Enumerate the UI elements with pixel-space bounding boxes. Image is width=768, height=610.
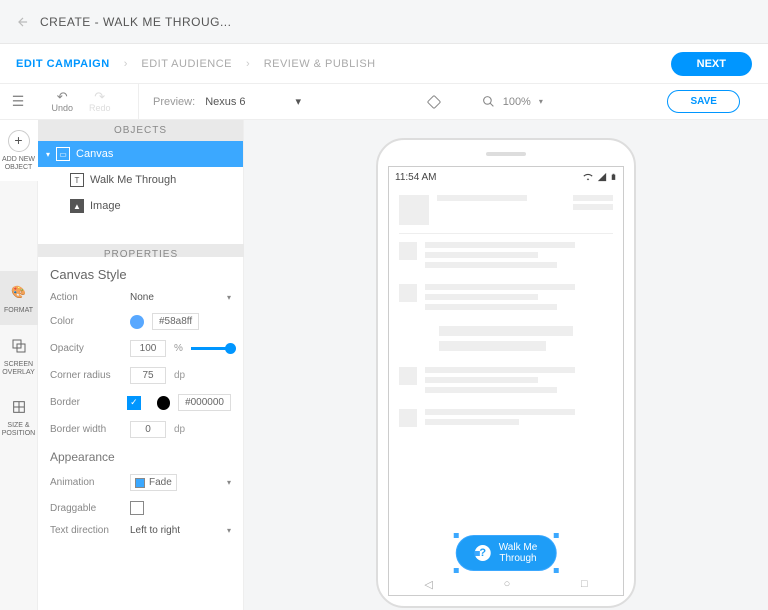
step-edit-campaign[interactable]: EDIT CAMPAIGN: [16, 58, 110, 70]
object-walk-me-through[interactable]: T Walk Me Through: [38, 167, 243, 193]
corner-radius-input[interactable]: 75: [130, 367, 166, 384]
save-button[interactable]: SAVE: [667, 90, 740, 113]
props-title: Canvas Style: [50, 267, 231, 282]
chevron-down-icon: ▾: [227, 478, 231, 487]
chevron-right-icon: ›: [246, 58, 250, 70]
border-color-input[interactable]: #000000: [178, 394, 231, 411]
device-frame: 11:54 AM ? Walk MeThrough: [376, 138, 636, 608]
android-navbar: ◁○□: [389, 575, 623, 593]
plus-icon: +: [8, 130, 30, 152]
chevron-down-icon: ▾: [227, 293, 231, 302]
prop-action[interactable]: Action None ▾: [50, 292, 231, 303]
format-tab[interactable]: 🎨 FORMAT: [0, 271, 38, 325]
step-review-publish[interactable]: REVIEW & PUBLISH: [264, 58, 376, 70]
device-select[interactable]: Nexus 6▾: [205, 95, 301, 108]
question-icon: ?: [475, 545, 491, 561]
palette-icon: 🎨: [8, 281, 30, 303]
canvas-cta-button[interactable]: ? Walk MeThrough: [456, 535, 557, 571]
canvas-area[interactable]: 11:54 AM ? Walk MeThrough: [244, 120, 768, 610]
image-icon: ▲: [70, 199, 84, 213]
caret-down-icon: ▾: [46, 150, 50, 159]
chevron-down-icon: ▾: [296, 95, 302, 108]
menu-icon[interactable]: ☰: [0, 93, 36, 110]
redo-button: ↷Redo: [89, 90, 111, 113]
chevron-down-icon[interactable]: ▾: [539, 97, 543, 106]
zoom-value: 100%: [503, 96, 531, 108]
step-edit-audience[interactable]: EDIT AUDIENCE: [141, 58, 232, 70]
opacity-input[interactable]: 100: [130, 340, 166, 357]
zoom-icon[interactable]: [482, 95, 495, 108]
canvas-icon: ▭: [56, 147, 70, 161]
color-hex-input[interactable]: #58a8ff: [152, 313, 199, 330]
page-title: CREATE - WALK ME THROUG...: [40, 15, 231, 29]
status-icons: [582, 172, 617, 182]
draggable-checkbox[interactable]: [130, 501, 144, 515]
animation-select[interactable]: Fade: [130, 474, 177, 491]
object-image[interactable]: ▲ Image: [38, 193, 243, 219]
rotate-icon[interactable]: [426, 94, 442, 110]
screen-overlay-tab[interactable]: SCREEN OVERLAY: [0, 325, 38, 386]
border-checkbox[interactable]: [127, 396, 141, 410]
status-time: 11:54 AM: [395, 172, 437, 183]
add-object-button[interactable]: + ADD NEW OBJECT: [0, 120, 38, 181]
text-icon: T: [70, 173, 84, 187]
size-position-tab[interactable]: SIZE & POSITION: [0, 386, 38, 447]
overlay-icon: [8, 335, 30, 357]
chevron-down-icon[interactable]: ▾: [227, 526, 231, 535]
object-canvas[interactable]: ▾ ▭ Canvas: [38, 141, 243, 167]
color-swatch[interactable]: [130, 315, 144, 329]
objects-header: OBJECTS: [38, 120, 243, 141]
preview-label: Preview:: [153, 96, 195, 108]
size-icon: [8, 396, 30, 418]
opacity-slider[interactable]: [191, 347, 231, 350]
border-color-swatch[interactable]: [157, 396, 170, 410]
next-button[interactable]: NEXT: [671, 52, 752, 76]
undo-button[interactable]: ↶Undo: [51, 90, 73, 113]
appearance-header: Appearance: [50, 450, 231, 464]
chevron-right-icon: ›: [124, 58, 128, 70]
back-arrow[interactable]: [16, 15, 30, 29]
border-width-input[interactable]: 0: [130, 421, 166, 438]
